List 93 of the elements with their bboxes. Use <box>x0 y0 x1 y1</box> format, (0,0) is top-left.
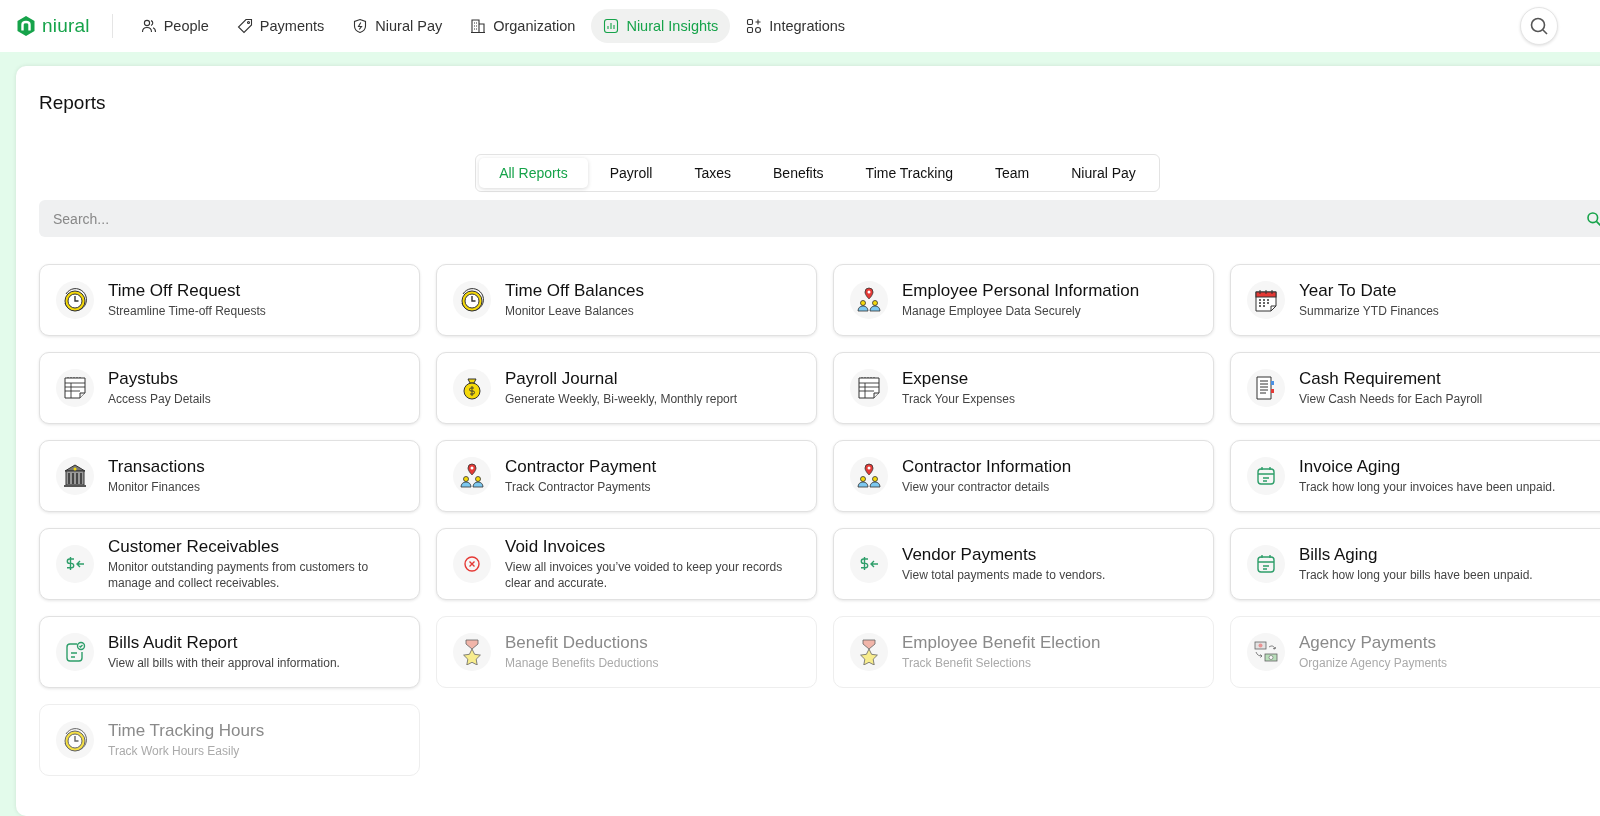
report-description: Summarize YTD Finances <box>1299 302 1439 320</box>
filter-tab[interactable]: Team <box>975 158 1050 188</box>
report-title: Bills Aging <box>1299 545 1379 566</box>
report-description: Manage Benefits Deductions <box>505 655 659 672</box>
report-description: Generate Weekly, Bi-weekly, Monthly report <box>505 390 738 408</box>
location-pin-people-icon <box>856 287 882 313</box>
report-title: Employee Benefit Election <box>902 633 1101 654</box>
report-title: Contractor Payment <box>505 456 657 477</box>
report-title: Time Off Balances <box>505 280 644 301</box>
report-description: Access Pay Details <box>108 390 211 408</box>
report-description: Track Contractor Payments <box>505 478 652 496</box>
shield-icon <box>352 18 369 34</box>
search-button[interactable] <box>1520 7 1558 45</box>
report-card[interactable]: Payroll Journal Generate Weekly, Bi-weekly, Monthly report <box>436 352 817 424</box>
report-card[interactable]: Cash Requirement View Cash Needs for Each Payroll <box>1230 352 1600 424</box>
report-description: View all bills with their approval information. <box>108 655 340 672</box>
report-title: Bills Audit Report <box>108 633 239 654</box>
building-icon <box>470 18 487 34</box>
report-title: Invoice Aging <box>1299 456 1402 477</box>
report-description: Track how long your invoices have been unpaid. <box>1299 478 1556 496</box>
report-title: Paystubs <box>108 368 179 389</box>
logo-icon <box>16 15 36 37</box>
report-title: Contractor Information <box>902 456 1072 477</box>
search-field[interactable]: Search... <box>39 200 1600 237</box>
report-description: Track Benefit Selections <box>902 655 1032 672</box>
report-description: Streamline Time-off Requests <box>108 302 266 320</box>
report-title: Vendor Payments <box>902 545 1038 566</box>
report-title: Cash Requirement <box>1299 368 1442 389</box>
report-card[interactable]: Transactions Monitor Finances <box>39 440 420 512</box>
location-pin-people-icon <box>856 463 882 489</box>
report-card[interactable]: Time Off Balances Monitor Leave Balances <box>436 264 817 336</box>
report-description: Track Your Expenses <box>902 390 1015 408</box>
brand-name: niural <box>42 15 90 37</box>
report-title: Void Invoices <box>505 537 607 557</box>
report-card[interactable]: Bills Aging Track how long your bills have been unpaid. <box>1230 528 1600 601</box>
report-card[interactable]: Bills Audit Report View all bills with their approval information. <box>39 616 420 689</box>
report-description: View all invoices you’ve voided to keep your records clear and accurate. <box>505 559 784 592</box>
apps-icon <box>746 18 763 34</box>
report-title: Benefit Deductions <box>505 633 649 654</box>
report-title: Year To Date <box>1299 280 1398 301</box>
clock-icon <box>459 287 485 313</box>
spreadsheet-icon <box>856 375 882 401</box>
nav-item[interactable]: Niural Pay <box>340 9 455 43</box>
report-card[interactable]: Employee Personal Information Manage Employee Data Securely <box>833 264 1214 336</box>
clock-icon <box>62 287 88 313</box>
tag-icon <box>236 18 253 34</box>
report-title: Agency Payments <box>1299 633 1437 654</box>
report-card[interactable]: Year To Date Summarize YTD Finances <box>1230 264 1600 336</box>
filter-tab[interactable]: Taxes <box>674 158 751 188</box>
report-description: View total payments made to vendors. <box>902 567 1106 584</box>
location-pin-people-icon <box>459 463 485 489</box>
report-title: Customer Receivables <box>108 537 280 557</box>
report-description: Track Work Hours Easily <box>108 743 241 760</box>
report-title: Expense <box>902 368 970 389</box>
filter-tab[interactable]: Niural Pay <box>1051 158 1156 188</box>
calendar-icon <box>1253 287 1279 313</box>
report-card[interactable]: Time Off Request Streamline Time-off Requests <box>39 264 420 336</box>
report-card[interactable]: Expense Track Your Expenses <box>833 352 1214 424</box>
report-title: Time Tracking Hours <box>108 721 265 742</box>
search-icon <box>1529 16 1549 36</box>
report-description: Track how long your bills have been unpaid. <box>1299 567 1533 584</box>
filter-tab[interactable]: Time Tracking <box>845 158 973 188</box>
report-card[interactable]: Void Invoices View all invoices you’ve voided to keep your records clear and accurate. <box>436 528 817 601</box>
nav-item[interactable]: Payments <box>224 9 337 43</box>
page-title: Reports <box>39 92 107 114</box>
report-card[interactable]: Contractor Payment Track Contractor Payments <box>436 440 817 512</box>
clock-icon <box>62 727 88 754</box>
search-icon <box>1586 211 1600 227</box>
report-description: Manage Employee Data Securely <box>902 302 1082 320</box>
report-title: Payroll Journal <box>505 368 619 389</box>
report-description: Monitor outstanding payments from customers to manage and collect receivables. <box>108 559 370 592</box>
bank-building-icon <box>62 463 88 489</box>
filter-tab[interactable]: Payroll <box>589 158 673 188</box>
spreadsheet-icon <box>62 375 88 401</box>
report-card[interactable]: Customer Receivables Monitor outstanding payments from customers to manage and collect receivables. <box>39 528 420 601</box>
nav-item[interactable]: Integrations <box>734 9 858 43</box>
people-icon <box>140 18 157 34</box>
report-title: Time Off Request <box>108 280 242 301</box>
report-description: View your contractor details <box>902 478 1051 496</box>
report-card[interactable]: Invoice Aging Track how long your invoices have been unpaid. <box>1230 440 1600 512</box>
report-card[interactable]: Paystubs Access Pay Details <box>39 352 420 424</box>
filter-tab[interactable]: Benefits <box>753 158 844 188</box>
nav-item[interactable]: People <box>128 9 221 43</box>
report-card[interactable]: Contractor Information View your contractor details <box>833 440 1214 512</box>
report-description: Monitor Finances <box>108 478 202 496</box>
report-description: View Cash Needs for Each Payroll <box>1299 390 1483 408</box>
nav-item[interactable]: Organization <box>458 9 588 43</box>
report-description: Monitor Leave Balances <box>505 302 635 320</box>
report-title: Employee Personal Information <box>902 280 1140 301</box>
report-card[interactable]: Vendor Payments View total payments made to vendors. <box>833 528 1214 601</box>
report-title: Transactions <box>108 456 205 477</box>
bar-chart-icon <box>603 18 620 34</box>
report-description: Organize Agency Payments <box>1299 655 1448 672</box>
